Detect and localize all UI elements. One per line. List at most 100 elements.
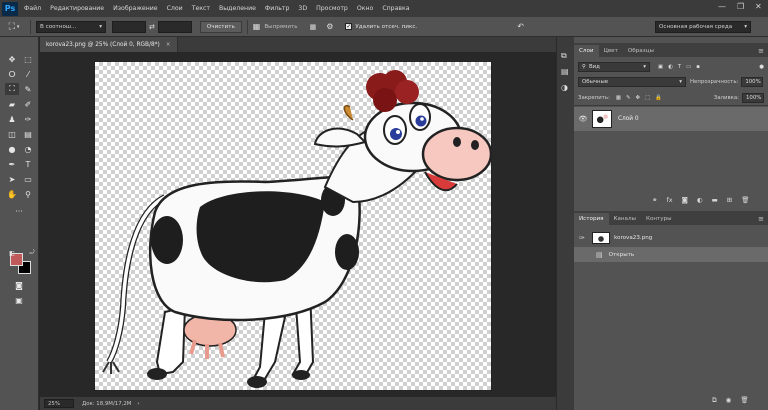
panel-menu-icon[interactable]: ≡ (758, 47, 764, 55)
trash-icon[interactable]: 🗑 (741, 196, 749, 204)
healing-brush-tool[interactable]: ▰ (5, 98, 19, 110)
path-selection-tool[interactable]: ➤ (5, 173, 19, 185)
fx-icon[interactable]: fx (666, 196, 672, 204)
crop-tool[interactable]: ⛶ (5, 83, 19, 95)
close-icon[interactable]: × (166, 42, 171, 48)
move-tool[interactable]: ✥ (5, 53, 19, 65)
new-group-icon[interactable]: ▬ (712, 196, 718, 204)
hand-tool[interactable]: ✋ (5, 188, 19, 200)
height-field[interactable] (157, 20, 192, 33)
quick-mask-button[interactable]: ◙ (12, 279, 26, 291)
menu-file[interactable]: Файл (24, 5, 41, 12)
swap-colors-icon[interactable]: ⤾ (25, 247, 39, 259)
menu-select[interactable]: Выделение (219, 5, 256, 12)
history-step[interactable]: ▤ Открыть (574, 247, 768, 262)
menu-view[interactable]: Просмотр (316, 5, 348, 12)
delete-cropped-option[interactable]: ✓ Удалить отсеч. пикс. (345, 23, 417, 30)
history-snapshot[interactable]: ✑ korova23.png (574, 230, 768, 245)
delete-cropped-checkbox[interactable]: ✓ (345, 23, 353, 30)
crop-tool-preset[interactable]: ⛶ ▾ (3, 20, 25, 34)
tab-swatches[interactable]: Образцы (623, 45, 659, 57)
fill-field[interactable]: 100% (742, 93, 764, 103)
eyedropper-tool[interactable]: ✎ (21, 83, 35, 95)
dodge-tool[interactable]: ◔ (21, 143, 35, 155)
lasso-tool[interactable]: ⵔ (5, 68, 19, 80)
layer-filter-select[interactable]: ⚲ Вид ▾ (578, 62, 650, 72)
adjustments-panel-icon[interactable]: ◑ (561, 83, 568, 92)
history-brush-source-icon[interactable]: ✑ (579, 234, 585, 242)
ratio-select[interactable]: В соотнош... ▾ (36, 20, 106, 33)
layer-name[interactable]: Слой 0 (618, 116, 639, 122)
reset-icon[interactable]: ↶ (517, 22, 524, 31)
tab-layers[interactable]: Слои (574, 45, 599, 57)
filter-toggle[interactable]: ● (759, 64, 764, 70)
tab-color[interactable]: Цвет (599, 45, 623, 57)
type-tool[interactable]: T (21, 158, 35, 170)
menu-3d[interactable]: 3D (298, 5, 307, 12)
shape-tool[interactable]: ▭ (21, 173, 35, 185)
menu-help[interactable]: Справка (382, 5, 409, 12)
menu-layers[interactable]: Слои (167, 5, 183, 12)
gradient-tool[interactable]: ▤ (21, 128, 35, 140)
zoom-tool[interactable]: ⚲ (21, 188, 35, 200)
chevron-right-icon[interactable]: › (137, 401, 139, 407)
tab-channels[interactable]: Каналы (609, 213, 641, 225)
clear-button[interactable]: Очистить (199, 20, 242, 33)
pen-tool[interactable]: ✒ (5, 158, 19, 170)
close-button[interactable]: ✕ (755, 2, 762, 11)
adjustment-layer-icon[interactable]: ◐ (697, 196, 703, 204)
filter-shape-icon[interactable]: ▭ (686, 64, 691, 70)
new-layer-icon[interactable]: ⊞ (727, 196, 732, 204)
lock-artboard-icon[interactable]: ⬚ (645, 95, 650, 101)
magic-wand-tool[interactable]: ⁄ (21, 68, 35, 80)
lock-all-icon[interactable]: 🔒 (655, 95, 662, 101)
filter-smart-icon[interactable]: ▪ (696, 64, 700, 70)
lock-position-icon[interactable]: ✥ (636, 95, 641, 101)
eye-icon[interactable]: 👁 (574, 115, 592, 123)
filter-pixel-icon[interactable]: ▣ (658, 64, 663, 70)
history-panel-icon[interactable]: ⧉ (561, 51, 567, 61)
menu-filter[interactable]: Фильтр (265, 5, 289, 12)
link-layers-icon[interactable]: ⚭ (652, 196, 657, 204)
trash-icon[interactable]: 🗑 (740, 396, 748, 405)
straighten-label[interactable]: Выпрямить (264, 24, 297, 30)
grid-overlay-icon[interactable]: ▦ (310, 23, 317, 31)
more-tools[interactable]: ··· (12, 205, 26, 217)
tab-history[interactable]: История (574, 213, 609, 225)
screen-mode-button[interactable]: ▣ (12, 294, 26, 306)
lock-transparency-icon[interactable]: ▦ (616, 95, 621, 101)
marquee-tool[interactable]: ⬚ (21, 53, 35, 65)
brush-tool[interactable]: ✐ (21, 98, 35, 110)
lock-pixels-icon[interactable]: ✎ (626, 95, 631, 101)
history-brush-tool[interactable]: ✑ (21, 113, 35, 125)
filter-type-icon[interactable]: T (678, 64, 681, 70)
filter-adjustment-icon[interactable]: ◐ (668, 64, 673, 70)
opacity-field[interactable]: 100% (741, 77, 764, 87)
menu-image[interactable]: Изображение (113, 5, 158, 12)
gear-icon[interactable]: ⚙ (326, 22, 333, 31)
blur-tool[interactable]: ● (5, 143, 19, 155)
camera-icon[interactable]: ◉ (726, 396, 732, 405)
workspace-select[interactable]: Основная рабочая среда ▾ (655, 20, 751, 33)
tab-paths[interactable]: Контуры (641, 213, 677, 225)
maximize-button[interactable]: ❐ (737, 2, 744, 11)
straighten-icon[interactable]: ▦ (253, 22, 261, 31)
menu-type[interactable]: Текст (192, 5, 210, 12)
layer-row[interactable]: 👁 Слой 0 (574, 107, 768, 131)
default-colors-icon[interactable]: ◧ (5, 247, 19, 259)
properties-panel-icon[interactable]: ▤ (561, 67, 569, 76)
width-field[interactable] (112, 20, 146, 33)
document-canvas[interactable] (94, 61, 493, 391)
menu-window[interactable]: Окно (357, 5, 373, 12)
zoom-field[interactable]: 25% (44, 399, 74, 408)
eraser-tool[interactable]: ◫ (5, 128, 19, 140)
clone-stamp-tool[interactable]: ♟ (5, 113, 19, 125)
add-mask-icon[interactable]: ◙ (682, 196, 688, 204)
new-document-from-state-icon[interactable]: ⧉ (712, 396, 717, 405)
swap-icon[interactable]: ⇄ (149, 23, 155, 31)
menu-edit[interactable]: Редактирование (50, 5, 104, 12)
minimize-button[interactable]: — (718, 2, 726, 11)
document-tab[interactable]: korova23.png @ 25% (Слой 0, RGB/8*) × (40, 37, 178, 52)
blend-mode-select[interactable]: Обычные ▾ (578, 77, 686, 87)
panel-menu-icon[interactable]: ≡ (758, 215, 764, 223)
